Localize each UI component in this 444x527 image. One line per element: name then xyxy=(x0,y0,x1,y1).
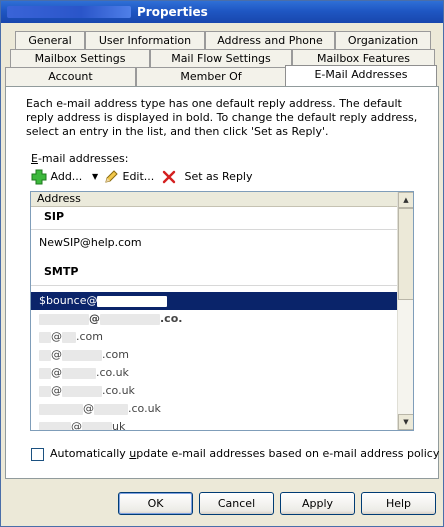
auto-update-checkbox[interactable] xyxy=(31,447,44,461)
redaction xyxy=(39,349,51,361)
address-text: $bounce@ xyxy=(39,294,98,307)
group-divider xyxy=(31,229,397,230)
tab-mailbox-settings[interactable]: Mailbox Settings xyxy=(10,49,150,68)
list-item[interactable]: @ .com xyxy=(31,328,397,346)
tab-general[interactable]: General xyxy=(15,31,85,50)
tab-account[interactable]: Account xyxy=(5,67,136,86)
address-suffix: .co.uk xyxy=(128,402,161,415)
list-item-selected[interactable]: $bounce@ xyxy=(31,292,397,310)
scroll-up-arrow-icon[interactable]: ▲ xyxy=(398,192,413,208)
address-text: @ xyxy=(51,366,62,379)
set-as-reply-button[interactable]: Set as Reply xyxy=(161,168,253,186)
add-label: Add... xyxy=(50,170,83,183)
address-suffix: .com xyxy=(76,330,103,343)
address-suffix: uk xyxy=(112,420,126,431)
address-text: @ xyxy=(83,402,94,415)
tab-e-mail-addresses[interactable]: E-Mail Addresses xyxy=(285,65,437,86)
group-divider xyxy=(31,285,397,286)
list-item[interactable]: @ .co.uk xyxy=(31,382,397,400)
edit-button[interactable]: Edit... xyxy=(103,168,154,186)
scrollbar-thumb[interactable] xyxy=(398,208,413,300)
list-item[interactable]: @ .co.uk xyxy=(31,400,397,418)
address-suffix: .co.uk xyxy=(96,366,129,379)
redaction xyxy=(39,403,83,415)
list-item[interactable]: @ .co.uk xyxy=(31,364,397,382)
vertical-scrollbar[interactable]: ▲ ▼ xyxy=(397,192,413,430)
redaction xyxy=(62,385,102,397)
list-item[interactable]: @ .co. xyxy=(31,310,397,328)
redaction xyxy=(39,367,51,379)
redaction xyxy=(62,349,102,361)
redaction xyxy=(39,313,89,325)
title-bar[interactable]: Properties xyxy=(1,1,443,23)
tab-member-of[interactable]: Member Of xyxy=(136,67,286,86)
column-header-address[interactable]: Address xyxy=(31,192,397,207)
add-button[interactable]: Add... xyxy=(31,168,82,186)
description-text: Each e-mail address type has one default… xyxy=(26,97,418,138)
pencil-icon xyxy=(105,170,118,183)
tab-mail-flow-settings[interactable]: Mail Flow Settings xyxy=(150,49,292,68)
tab-user-information[interactable]: User Information xyxy=(85,31,205,50)
redaction xyxy=(94,403,128,415)
group-header-smtp: SMTP xyxy=(44,265,79,278)
redaction xyxy=(39,385,51,397)
list-item[interactable]: @ .com xyxy=(31,346,397,364)
apply-button[interactable]: Apply xyxy=(280,492,355,515)
auto-update-label: Automatically update e-mail addresses ba… xyxy=(50,447,440,460)
address-suffix: .co.uk xyxy=(102,384,135,397)
list-item[interactable]: @ uk xyxy=(31,418,397,431)
redaction xyxy=(39,331,51,343)
edit-label: Edit... xyxy=(122,170,155,183)
redaction xyxy=(82,421,112,430)
window-title: Properties xyxy=(137,5,208,19)
address-toolbar: Add... ▼ Edit... Set as Reply xyxy=(31,168,291,186)
address-text: @ xyxy=(51,384,62,397)
redaction xyxy=(62,367,96,379)
list-item[interactable]: NewSIP@help.com xyxy=(31,234,397,252)
tab-organization[interactable]: Organization xyxy=(335,31,431,50)
email-addresses-label: E-mail addresses: xyxy=(31,152,129,165)
set-as-reply-label: Set as Reply xyxy=(184,170,253,183)
properties-window: Properties General User Information Addr… xyxy=(0,0,444,527)
cancel-button[interactable]: Cancel xyxy=(199,492,274,515)
redaction xyxy=(100,313,160,325)
tab-address-and-phone[interactable]: Address and Phone xyxy=(205,31,335,50)
redaction xyxy=(39,421,71,430)
address-text: @ xyxy=(51,330,62,343)
scroll-down-arrow-icon[interactable]: ▼ xyxy=(398,414,413,430)
ok-button[interactable]: OK xyxy=(118,492,193,515)
redaction xyxy=(97,295,168,307)
address-suffix: .co. xyxy=(160,312,183,325)
address-text: @ xyxy=(71,420,82,431)
plus-icon xyxy=(31,169,47,185)
auto-update-row[interactable]: Automatically update e-mail addresses ba… xyxy=(31,447,439,461)
help-button[interactable]: Help xyxy=(361,492,436,515)
group-header-sip: SIP xyxy=(44,210,65,223)
address-text: @ xyxy=(89,312,100,325)
add-dropdown-arrow-icon[interactable]: ▼ xyxy=(92,168,98,186)
red-x-icon xyxy=(162,170,176,184)
redaction xyxy=(62,331,76,343)
email-address-list[interactable]: Address SIP NewSIP@help.com SMTP $bounce… xyxy=(30,191,414,431)
title-redaction xyxy=(7,6,131,18)
address-suffix: .com xyxy=(102,348,129,361)
address-text: @ xyxy=(51,348,62,361)
